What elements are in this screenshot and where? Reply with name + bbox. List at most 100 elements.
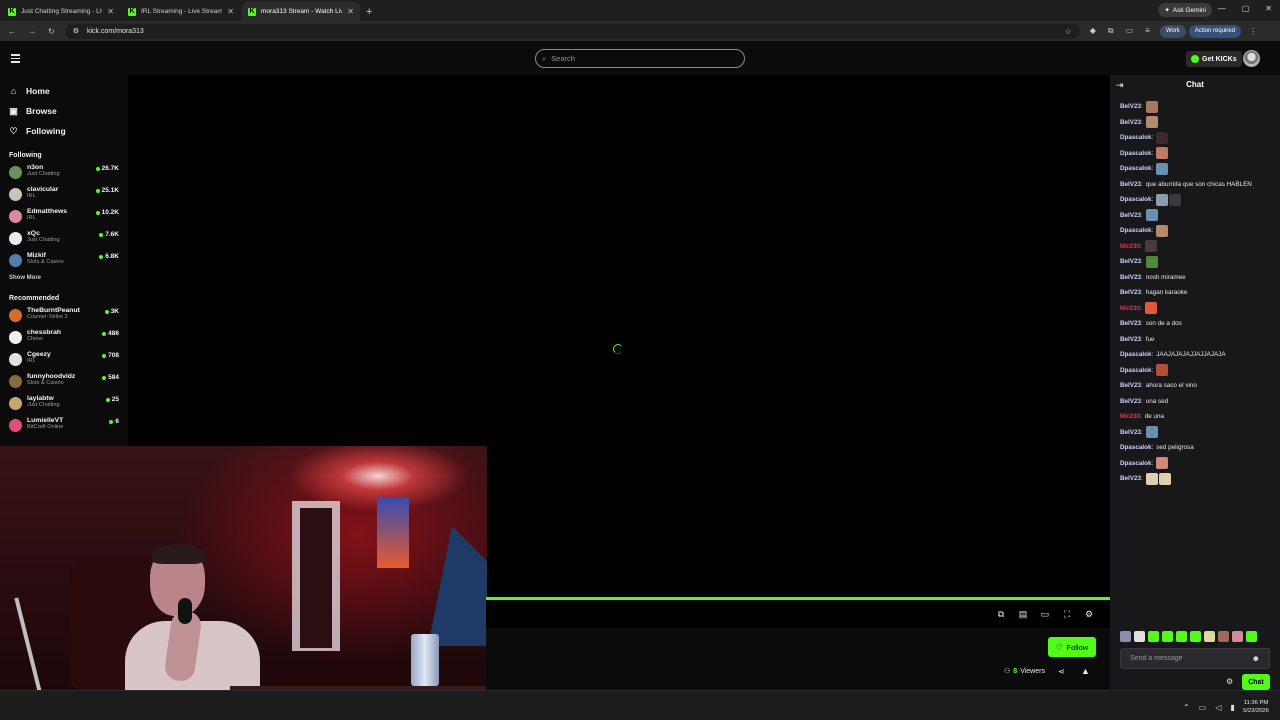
maximize-icon[interactable]: ▢ — [1242, 4, 1250, 13]
theater-mode-icon[interactable]: ▭ — [1040, 609, 1050, 619]
sidebar-channel[interactable]: funnyhoodvidz Slots & Casino 584 — [0, 372, 128, 394]
settings-gear-icon[interactable]: ⚙ — [1084, 609, 1094, 619]
chat-username[interactable]: BelV23 — [1120, 320, 1141, 327]
chat-username[interactable]: Dpascalok — [1120, 150, 1152, 157]
sidebar-channel[interactable]: n3on Just Chatting 26.7K — [0, 163, 128, 185]
battery-icon[interactable]: ▮ — [1230, 703, 1234, 712]
chat-username[interactable]: Dpascalok — [1120, 196, 1152, 203]
chat-username[interactable]: Mir230 — [1120, 413, 1140, 420]
puzzle-icon[interactable]: ⧉ — [1108, 26, 1114, 36]
chat-username[interactable]: Dpascalok — [1120, 351, 1152, 358]
extension-icon[interactable]: ◆ — [1090, 26, 1096, 36]
chat-username[interactable]: BelV23 — [1120, 103, 1141, 110]
sidebar-item-browse[interactable]: ▣ Browse — [9, 101, 128, 121]
show-more-button[interactable]: Show More — [9, 275, 128, 289]
new-tab-button[interactable]: + — [366, 6, 372, 18]
emote-shortcut-icon[interactable] — [1148, 631, 1159, 642]
share-icon[interactable]: ⋖ — [1058, 667, 1065, 676]
browser-tab-3[interactable]: K mora313 Stream - Watch Live o ✕ — [242, 2, 360, 21]
emoji-picker-icon[interactable]: ☻ — [1252, 654, 1260, 663]
back-icon[interactable]: ← — [8, 27, 16, 36]
close-tab-icon[interactable]: ✕ — [227, 7, 234, 16]
pip-icon[interactable]: ⧉ — [996, 609, 1006, 619]
get-kicks-button[interactable]: Get KICKs — [1186, 51, 1242, 67]
action-required-label: Action required — [1194, 28, 1236, 34]
report-icon[interactable]: ▲ — [1081, 666, 1090, 676]
profile-button[interactable]: Work — [1159, 24, 1186, 38]
ask-gemini-button[interactable]: ✦ Ask Gemini — [1158, 3, 1212, 17]
emote-shortcut-icon[interactable] — [1162, 631, 1173, 642]
follow-button[interactable]: ♡ Follow — [1048, 637, 1096, 657]
chat-username[interactable]: BelV23 — [1120, 119, 1141, 126]
sidebar-item-following[interactable]: ♡ Following — [9, 121, 128, 141]
channel-viewers: 7.6K — [99, 231, 119, 238]
sidebar-channel[interactable]: TheBurntPeanut Counter-Strike 2 3K — [0, 306, 128, 328]
emote-shortcut-icon[interactable] — [1204, 631, 1215, 642]
chat-username[interactable]: Dpascalok — [1120, 134, 1152, 141]
close-window-icon[interactable]: ✕ — [1265, 4, 1272, 13]
clip-icon[interactable]: ▤ — [1018, 609, 1028, 619]
address-bar[interactable]: ⚙ kick.com/mora313 ☆ — [64, 23, 1080, 39]
emote-shortcut-icon[interactable] — [1246, 631, 1257, 642]
fullscreen-icon[interactable]: ⛶ — [1062, 609, 1072, 619]
sidebar-channel[interactable]: Mizkif Slots & Casino 6.8K — [0, 251, 128, 273]
chat-separator: : — [1151, 459, 1154, 467]
chat-message: Dpascalok: sed peligrosa — [1120, 440, 1278, 456]
user-avatar[interactable] — [1243, 50, 1260, 67]
chat-username[interactable]: BelV23 — [1120, 429, 1141, 436]
sidebar-channel[interactable]: clavicular IRL 25.1K — [0, 185, 128, 207]
chat-username[interactable]: BelV23 — [1120, 382, 1141, 389]
hamburger-menu-icon[interactable] — [11, 54, 20, 63]
chat-username[interactable]: BelV23 — [1120, 274, 1141, 281]
chat-username[interactable]: BelV23 — [1120, 475, 1141, 482]
sidebar-item-home[interactable]: ⌂ Home — [9, 81, 128, 101]
chat-username[interactable]: Mir230 — [1120, 243, 1140, 250]
browser-tab-1[interactable]: K Just Chatting Streaming - Live S ✕ — [2, 2, 120, 21]
search-input[interactable]: ⌕ Search — [535, 49, 745, 68]
close-tab-icon[interactable]: ✕ — [347, 7, 354, 16]
site-info-icon[interactable]: ⚙ — [73, 27, 79, 35]
media-icon[interactable]: ≡ — [1145, 26, 1150, 36]
bookmark-star-icon[interactable]: ☆ — [1065, 27, 1072, 36]
volume-icon[interactable]: ◁ — [1215, 703, 1221, 712]
chat-username[interactable]: Dpascalok — [1120, 444, 1152, 451]
chat-input[interactable]: Send a message ☻ — [1120, 648, 1270, 669]
emote-shortcut-icon[interactable] — [1218, 631, 1229, 642]
chat-username[interactable]: Mir230 — [1120, 305, 1140, 312]
browser-tab-2[interactable]: K IRL Streaming - Live Streams on ✕ — [122, 2, 240, 21]
channel-avatar — [9, 232, 22, 245]
sidebar-channel[interactable]: xQc Just Chatting 7.6K — [0, 229, 128, 251]
close-tab-icon[interactable]: ✕ — [107, 7, 114, 16]
chat-settings-icon[interactable]: ⚙ — [1226, 677, 1233, 686]
emote-shortcut-icon[interactable] — [1176, 631, 1187, 642]
chat-username[interactable]: Dpascalok — [1120, 165, 1152, 172]
action-required-button[interactable]: Action required — [1188, 24, 1242, 38]
chat-username[interactable]: BelV23 — [1120, 181, 1141, 188]
chevron-up-icon[interactable]: ⌃ — [1183, 703, 1190, 712]
chat-username[interactable]: BelV23 — [1120, 336, 1141, 343]
chat-username[interactable]: BelV23 — [1120, 212, 1141, 219]
reload-icon[interactable]: ↻ — [48, 27, 55, 36]
cast-icon[interactable]: ▭ — [1126, 26, 1134, 36]
sidebar-channel[interactable]: Edmatthews IRL 10.2K — [0, 207, 128, 229]
send-chat-button[interactable]: Chat — [1242, 674, 1270, 690]
sidebar-channel[interactable]: LumielleVT BitCraft Online 6 — [0, 416, 128, 438]
sidebar-channel[interactable]: chessbrah Chess 486 — [0, 328, 128, 350]
emote-shortcut-icon[interactable] — [1232, 631, 1243, 642]
chat-username[interactable]: Dpascalok — [1120, 227, 1152, 234]
chat-username[interactable]: BelV23 — [1120, 258, 1141, 265]
minimize-icon[interactable]: — — [1218, 4, 1226, 13]
system-clock[interactable]: 11:36 PM 5/23/2026 — [1236, 699, 1276, 715]
chat-username[interactable]: BelV23 — [1120, 398, 1141, 405]
sidebar-channel[interactable]: laylabtw Just Chatting 25 — [0, 394, 128, 416]
browser-menu-icon[interactable]: ⋮ — [1249, 27, 1257, 36]
chat-username[interactable]: BelV23 — [1120, 289, 1141, 296]
emote-shortcut-icon[interactable] — [1190, 631, 1201, 642]
emote-shortcut-icon[interactable] — [1134, 631, 1145, 642]
chat-username[interactable]: Dpascalok — [1120, 460, 1152, 467]
sidebar-channel[interactable]: Cgeezy IRL 708 — [0, 350, 128, 372]
chat-username[interactable]: Dpascalok — [1120, 367, 1152, 374]
emote-shortcut-icon[interactable] — [1120, 631, 1131, 642]
forward-icon[interactable]: → — [28, 27, 36, 36]
network-icon[interactable]: ▭ — [1199, 703, 1207, 712]
